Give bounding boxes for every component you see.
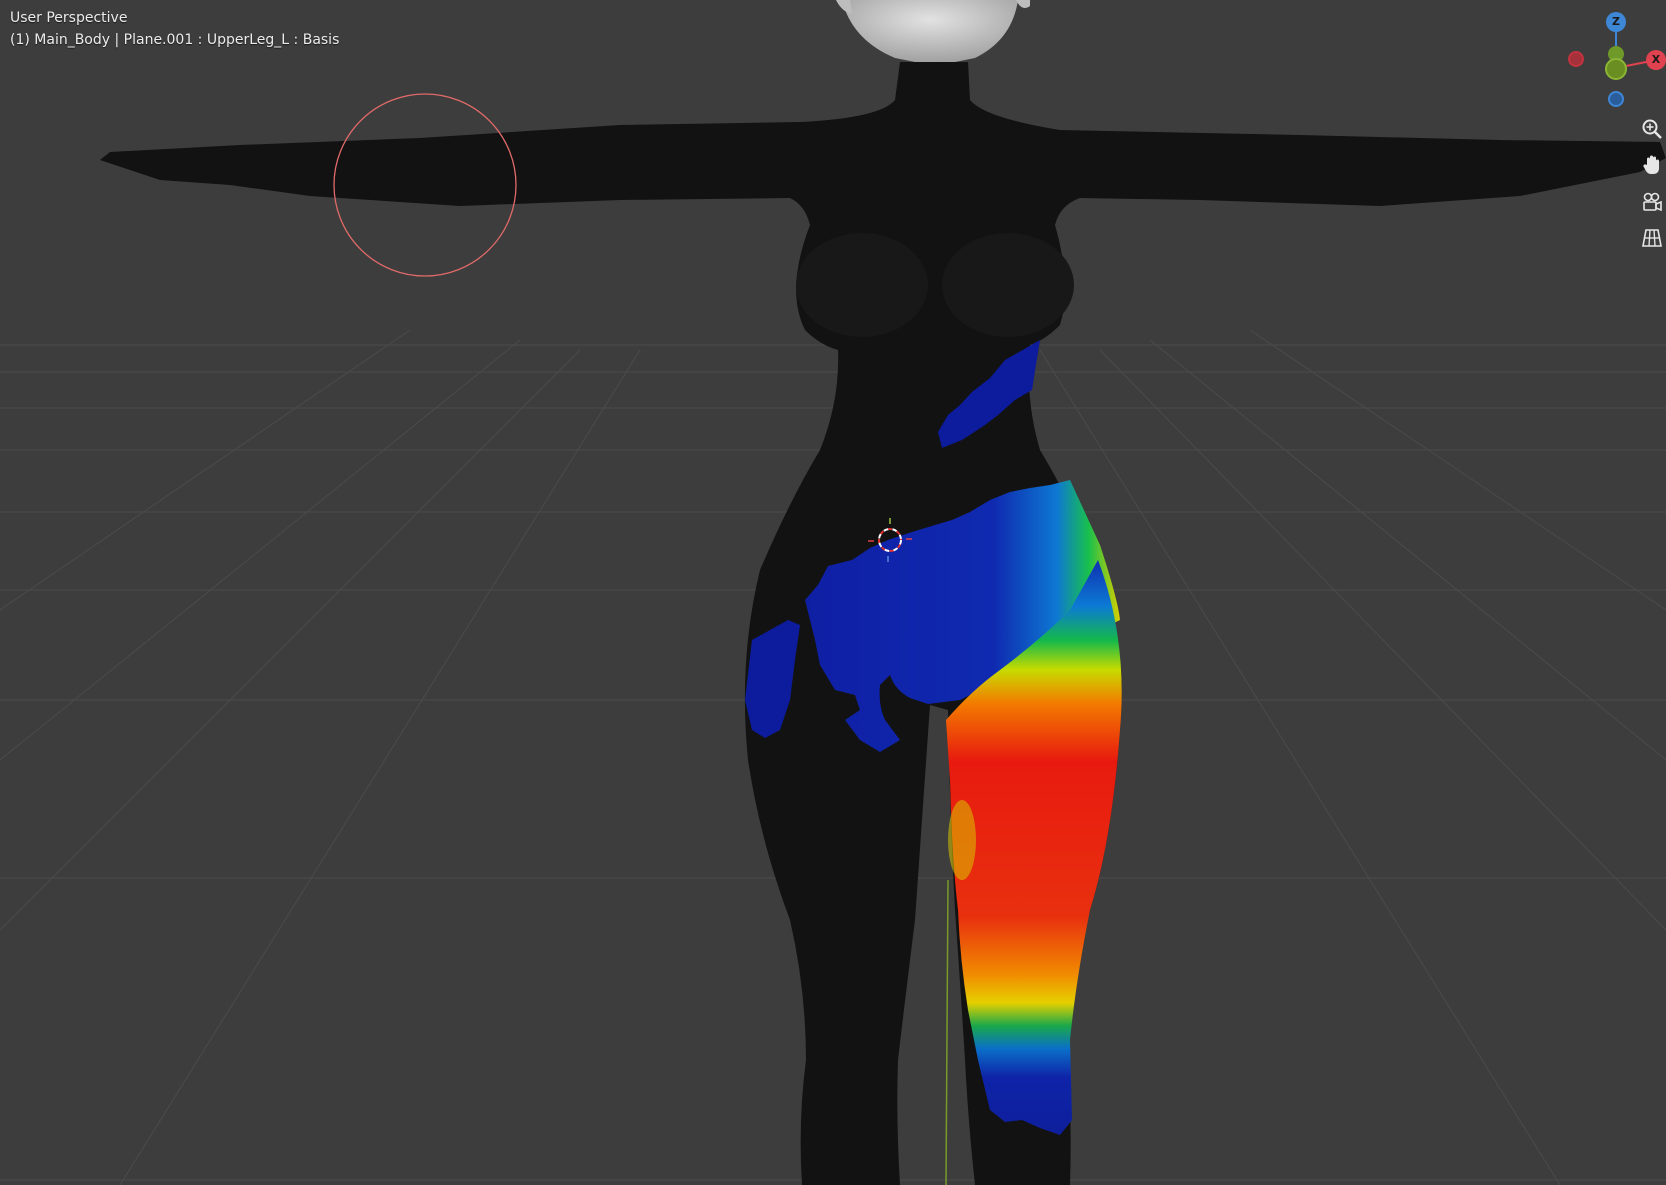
y-axis-line <box>945 879 949 1185</box>
viewport-scene[interactable] <box>0 0 1666 1185</box>
body-shading-left <box>796 233 928 337</box>
gizmo-z-axis[interactable]: Z <box>1606 12 1626 32</box>
gizmo-x-axis[interactable]: X <box>1646 50 1666 70</box>
gizmo-x-label: X <box>1651 53 1661 66</box>
ortho-grid-icon <box>1642 229 1662 247</box>
pan-button[interactable] <box>1638 151 1666 179</box>
active-object-info: (1) Main_Body | Plane.001 : UpperLeg_L :… <box>10 32 340 48</box>
gizmo-z-label: Z <box>1612 15 1620 28</box>
gizmo-neg-z-axis[interactable] <box>1608 91 1624 107</box>
character-head <box>842 0 1018 66</box>
ortho-toggle-button[interactable] <box>1638 224 1666 252</box>
camera-view-button[interactable] <box>1638 188 1666 216</box>
character-ear-right <box>1016 0 1030 8</box>
weight-highlight-knee <box>948 800 976 880</box>
gizmo-neg-y-axis[interactable] <box>1605 58 1627 80</box>
pan-hand-icon <box>1643 155 1659 174</box>
zoom-button[interactable] <box>1638 115 1666 143</box>
camera-view-icon <box>1643 192 1662 212</box>
body-shading-right <box>942 233 1074 337</box>
zoom-icon <box>1642 119 1662 139</box>
gizmo-neg-x-axis[interactable] <box>1568 51 1584 67</box>
view-name-label: User Perspective <box>10 10 128 26</box>
character-ear-left <box>836 0 852 14</box>
3d-viewport[interactable]: User Perspective (1) Main_Body | Plane.0… <box>0 0 1666 1185</box>
navigation-gizmo[interactable]: Z X <box>1546 10 1666 120</box>
